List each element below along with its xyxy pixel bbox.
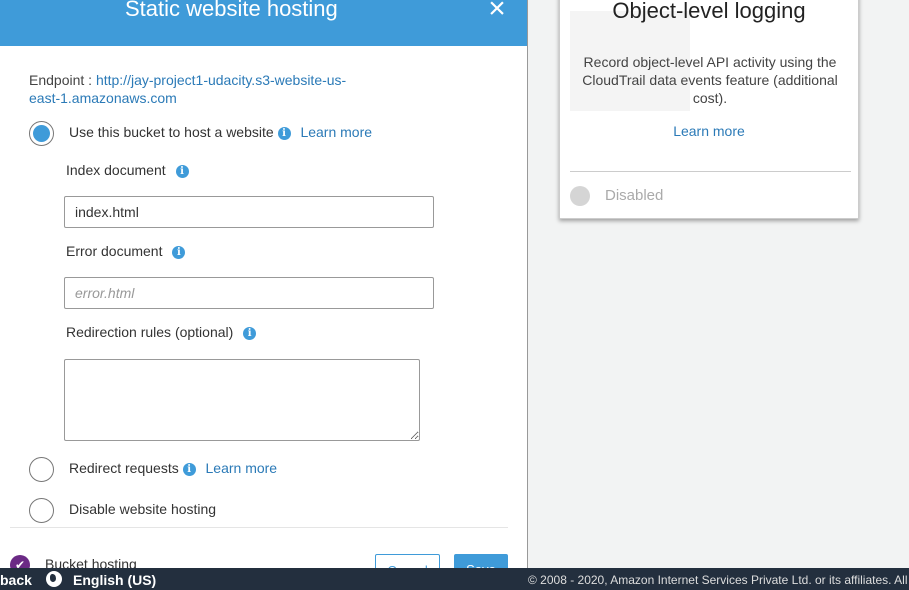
card-divider (570, 171, 851, 172)
globe-icon (46, 571, 62, 587)
radio-host-website[interactable] (29, 121, 54, 146)
feedback-link[interactable]: back (0, 572, 32, 588)
card-status: Disabled (605, 187, 664, 204)
card-description: Record object-level API activity using t… (582, 54, 838, 106)
cancel-button[interactable]: Cancel (375, 554, 440, 568)
save-button[interactable]: Save (454, 554, 508, 568)
modal-header: Static website hosting × (0, 0, 527, 46)
error-document-label: Error document (66, 243, 163, 259)
option-host-website: Use this bucket to host a website i Lear… (69, 124, 372, 140)
index-document-label: Index document (66, 162, 166, 178)
card-learn-more-link[interactable]: Learn more (560, 123, 858, 139)
modal-title: Static website hosting (125, 0, 338, 21)
footer-divider (10, 527, 508, 528)
redirection-rules-label-row: Redirection rules (optional) i (66, 324, 257, 340)
info-icon[interactable]: i (243, 326, 257, 340)
info-icon[interactable]: i (172, 245, 186, 259)
static-website-hosting-modal: Static website hosting × Endpoint : http… (0, 0, 528, 568)
check-icon: ✔ (10, 555, 30, 568)
object-level-logging-card: Object-level logging Record object-level… (559, 0, 859, 219)
endpoint: Endpoint : http://jay-project1-udacity.s… (29, 71, 369, 107)
endpoint-label: Endpoint : (29, 72, 96, 88)
option-redirect-requests: Redirect requests i Learn more (69, 460, 277, 476)
radio-disable-hosting[interactable] (29, 498, 54, 523)
language-selector[interactable]: English (US) (73, 572, 156, 588)
error-document-label-row: Error document i (66, 243, 186, 259)
index-document-label-row: Index document i (66, 162, 189, 178)
option-redirect-requests-label: Redirect requests (69, 460, 179, 476)
host-website-learn-more-link[interactable]: Learn more (300, 124, 372, 140)
index-document-input[interactable] (64, 196, 434, 228)
bucket-hosting-label: Bucket hosting (45, 556, 137, 568)
redirection-rules-label: Redirection rules (optional) (66, 324, 234, 340)
radio-redirect-requests[interactable] (29, 457, 54, 482)
card-title: Object-level logging (612, 0, 806, 23)
redirection-rules-textarea[interactable] (64, 359, 420, 441)
status-dot-icon (570, 186, 590, 206)
error-document-input[interactable] (64, 277, 434, 309)
close-icon[interactable]: × (484, 0, 510, 24)
redirect-learn-more-link[interactable]: Learn more (206, 460, 278, 476)
copyright-text: © 2008 - 2020, Amazon Internet Services … (528, 573, 908, 587)
bottom-bar: back English (US) © 2008 - 2020, Amazon … (0, 568, 909, 590)
info-icon[interactable]: i (182, 462, 196, 476)
option-host-website-label: Use this bucket to host a website (69, 124, 274, 140)
option-disable-hosting-label: Disable website hosting (69, 501, 217, 517)
info-icon[interactable]: i (277, 126, 291, 140)
info-icon[interactable]: i (175, 164, 189, 178)
